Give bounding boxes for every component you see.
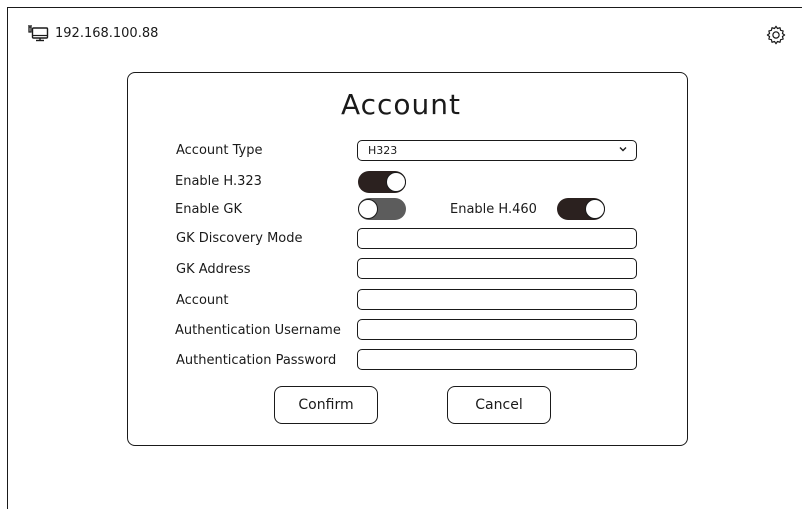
enable-gk-label: Enable GK: [175, 202, 243, 217]
gk-address-label: GK Address: [176, 262, 251, 277]
toggle-knob: [585, 199, 605, 219]
account-type-label: Account Type: [176, 143, 263, 158]
auth-username-field[interactable]: [357, 319, 637, 340]
auth-username-label: Authentication Username: [175, 323, 341, 338]
ip-address: 192.168.100.88: [55, 25, 159, 41]
cancel-button[interactable]: Cancel: [447, 386, 551, 424]
gk-discovery-mode-label: GK Discovery Mode: [176, 231, 303, 246]
account-type-value: H323: [368, 144, 398, 157]
account-field[interactable]: [357, 289, 637, 310]
chevron-down-icon: [618, 144, 628, 157]
account-label: Account: [176, 293, 229, 308]
enable-gk-toggle[interactable]: [358, 198, 406, 220]
dialog-title: Account: [340, 88, 462, 121]
toggle-knob: [386, 172, 406, 192]
gk-discovery-mode-field[interactable]: [357, 228, 637, 249]
enable-h323-label: Enable H.323: [175, 174, 262, 189]
enable-h460-label: Enable H.460: [450, 202, 537, 217]
auth-password-label: Authentication Password: [176, 353, 337, 368]
enable-h323-toggle[interactable]: [358, 171, 406, 193]
gear-icon[interactable]: [765, 24, 787, 46]
network-status: 192.168.100.88: [27, 24, 158, 42]
enable-h460-toggle[interactable]: [557, 198, 605, 220]
account-type-select[interactable]: H323: [357, 140, 637, 161]
confirm-button[interactable]: Confirm: [274, 386, 378, 424]
auth-password-field[interactable]: [357, 349, 637, 370]
monitor-network-icon: [27, 24, 49, 42]
toggle-knob: [358, 199, 378, 219]
gk-address-field[interactable]: [357, 258, 637, 279]
